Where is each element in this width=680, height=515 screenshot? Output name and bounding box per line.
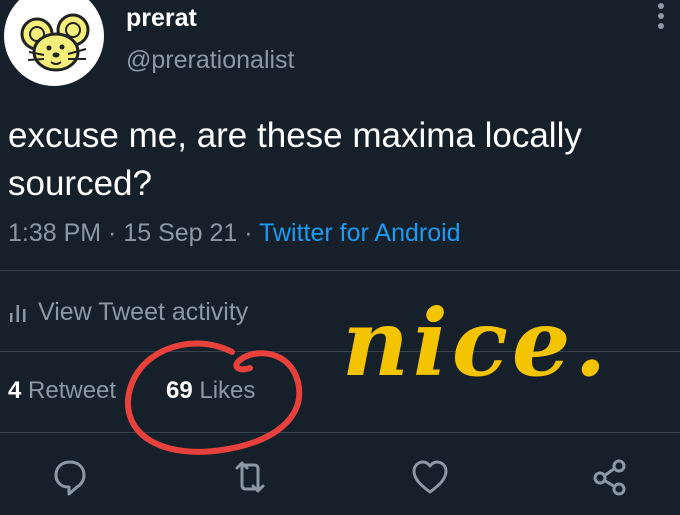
more-options-icon[interactable] [650, 0, 672, 36]
retweets-count: 4 [8, 377, 22, 404]
retweet-button[interactable] [228, 455, 272, 499]
reply-button[interactable] [48, 455, 92, 499]
meta-separator: · [237, 219, 260, 247]
reply-icon [54, 460, 86, 496]
display-name[interactable]: prerat [126, 3, 197, 33]
tweet-date: 15 Sep 21 [123, 219, 238, 247]
username-handle[interactable]: @prerationalist [126, 45, 295, 75]
red-circle-annotation [124, 340, 303, 455]
avatar[interactable] [4, 0, 104, 86]
likes-count: 69 [166, 377, 193, 404]
share-icon [593, 459, 626, 496]
view-tweet-activity-label: View Tweet activity [38, 297, 249, 326]
tweet-detail-screen: prerat @prerationalist excuse me, are th… [0, 0, 680, 515]
share-button[interactable] [588, 455, 632, 499]
likes-label: Likes [199, 377, 256, 404]
divider [0, 270, 680, 271]
retweet-icon [235, 461, 265, 493]
like-icon [412, 460, 448, 494]
nice-handwritten-annotation: nice. [342, 289, 611, 397]
divider [0, 432, 680, 433]
mouse-avatar-icon [20, 13, 90, 72]
tweet-text: excuse me, are these maxima locally sour… [8, 116, 582, 203]
bar-chart-icon [10, 305, 26, 322]
view-tweet-activity-button[interactable]: View Tweet activity [8, 294, 248, 330]
meta-separator: · [101, 219, 124, 247]
tweet-source-link[interactable]: Twitter for Android [259, 219, 460, 247]
retweets-stat[interactable]: 4 Retweet [8, 375, 116, 407]
tweet-time: 1:38 PM [8, 219, 102, 247]
likes-stat[interactable]: 69 Likes [166, 375, 255, 407]
retweets-label: Retweet [28, 377, 117, 404]
tweet-metadata: 1:38 PM · 15 Sep 21 · Twitter for Androi… [8, 217, 461, 249]
like-button[interactable] [408, 455, 452, 499]
